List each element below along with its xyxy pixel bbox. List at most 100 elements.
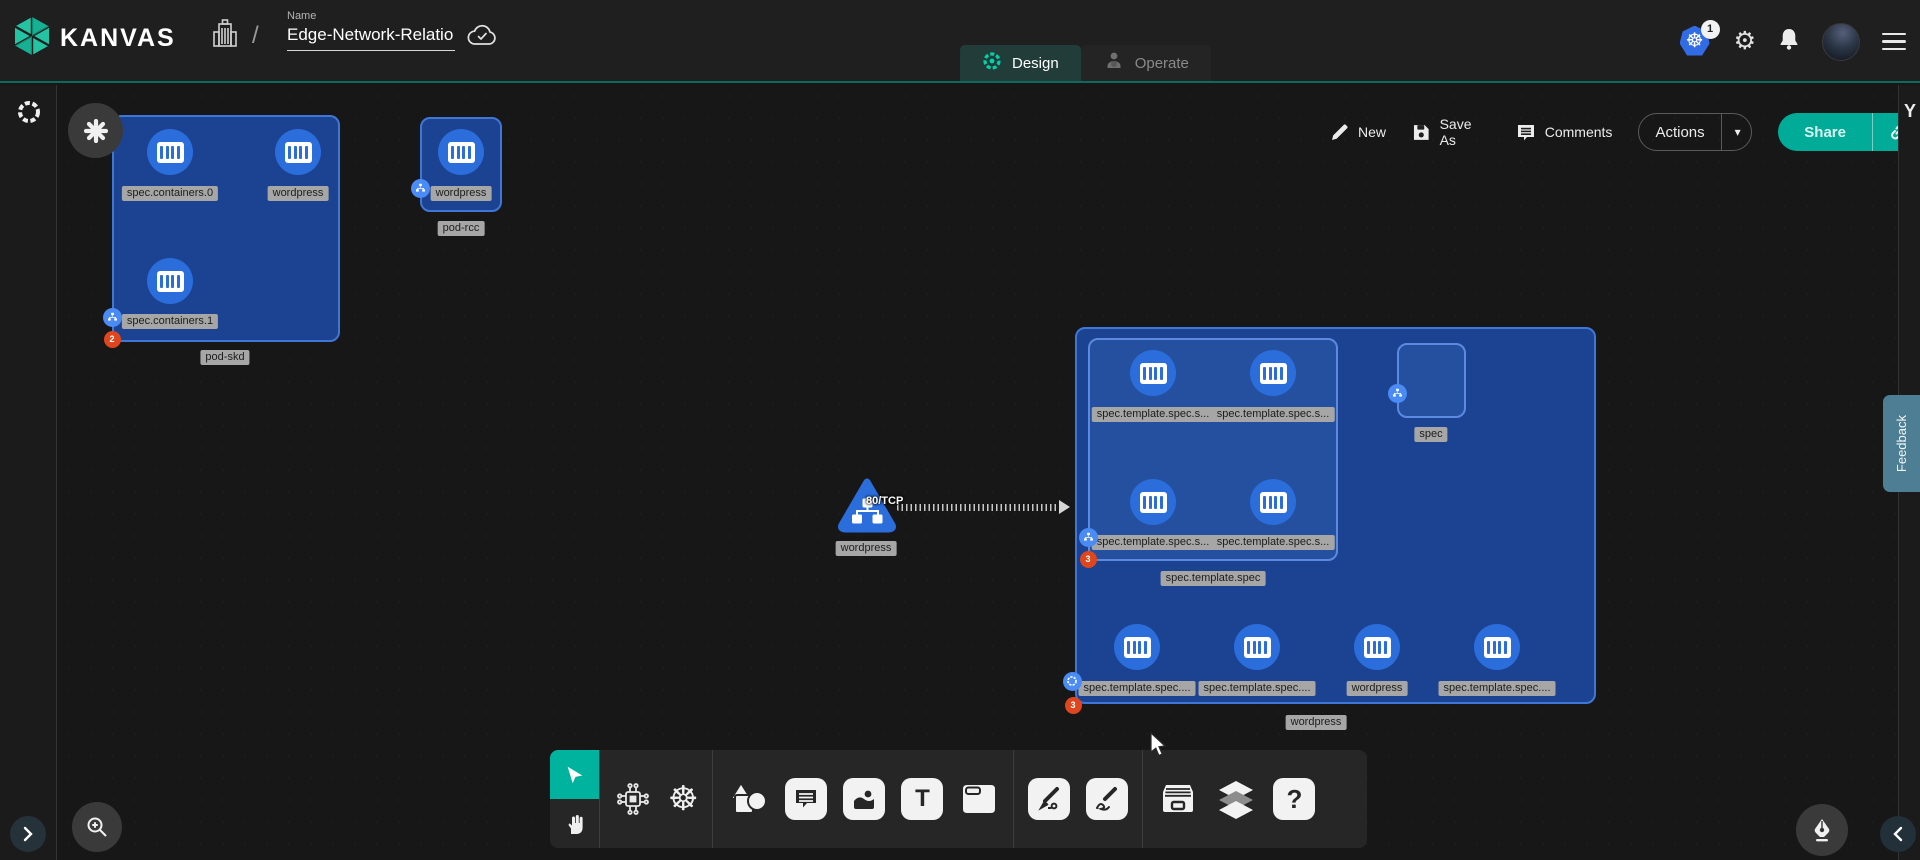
pan-tool-button[interactable] [550, 799, 599, 848]
breadcrumb: / [212, 18, 259, 53]
new-label: New [1358, 124, 1386, 140]
drawer-tool-button[interactable] [1157, 780, 1199, 818]
component-tools: ☸ [600, 750, 712, 848]
user-avatar[interactable] [1822, 23, 1860, 61]
container-icon [1140, 492, 1167, 513]
group-spec-template-spec[interactable] [1088, 338, 1338, 561]
new-button[interactable]: New [1330, 123, 1386, 142]
shapes-tool-button[interactable] [727, 779, 769, 819]
left-rail [0, 85, 57, 860]
save-as-label: Save As [1440, 116, 1490, 148]
components-circuit-button[interactable] [614, 780, 652, 818]
comment-icon [1516, 123, 1536, 142]
pen-nib-button[interactable] [1796, 804, 1848, 856]
cloud-sync-icon[interactable] [466, 24, 498, 53]
node-label: spec.template.spec.s... [1212, 535, 1335, 550]
help-tool-button[interactable]: ? [1273, 778, 1315, 820]
cluster-flower-button[interactable] [68, 103, 123, 158]
service-label: wordpress [836, 541, 897, 556]
organization-icon[interactable] [212, 18, 238, 53]
kanvas-hexagon-icon [14, 16, 50, 61]
container-icon [1124, 637, 1151, 658]
spec-relationship-badge[interactable] [1388, 384, 1407, 403]
template-count-badge[interactable]: 3 [1080, 551, 1097, 568]
save-icon [1412, 123, 1431, 142]
image-tool-icon [852, 787, 876, 811]
actions-button[interactable]: Actions ▾ [1638, 113, 1752, 151]
container-node[interactable] [1130, 350, 1176, 396]
service-edge[interactable] [897, 504, 1060, 511]
design-actionbar: New Save As Comments Actions ▾ Share [1330, 113, 1920, 151]
zoom-button[interactable] [72, 802, 122, 852]
service-node-wordpress[interactable] [837, 477, 897, 539]
deployment-count-badge[interactable]: 3 [1065, 697, 1082, 714]
note-tool-button[interactable] [959, 779, 999, 819]
expand-right-panel-button[interactable] [1880, 816, 1916, 852]
group-label-pod-skd: pod-skd [200, 350, 249, 365]
settings-gear-icon[interactable]: ⚙ [1734, 29, 1756, 54]
tab-operate[interactable]: Operate [1081, 45, 1211, 81]
comments-button[interactable]: Comments [1516, 123, 1613, 142]
container-icon [157, 271, 184, 292]
image-tool-button[interactable] [843, 778, 885, 820]
actions-caret-icon[interactable]: ▾ [1721, 114, 1753, 150]
node-label: spec.template.spec.... [1079, 681, 1196, 696]
comments-label: Comments [1545, 124, 1613, 140]
operate-users-icon [1103, 50, 1125, 76]
select-tool-button[interactable] [550, 750, 599, 799]
pod-relationship-badge[interactable] [411, 179, 430, 198]
container-node[interactable] [1250, 479, 1296, 525]
container-icon [1244, 637, 1271, 658]
container-node[interactable] [1250, 350, 1296, 396]
hamburger-menu-icon[interactable] [1882, 33, 1906, 51]
pencil-squiggle-icon [1094, 786, 1120, 812]
feedback-tab[interactable]: Feedback [1883, 395, 1920, 492]
container-node[interactable] [1130, 479, 1176, 525]
container-node-wordpress[interactable] [275, 129, 321, 175]
node-label: wordpress [431, 186, 492, 201]
kubernetes-helm-button[interactable]: ☸ [668, 782, 698, 816]
kanvas-logo[interactable]: KANVAS [14, 16, 176, 61]
container-node[interactable] [1114, 624, 1160, 670]
pen-path-tool-button[interactable] [1028, 778, 1070, 820]
comment-tool-button[interactable] [785, 778, 827, 820]
container-node[interactable] [1474, 624, 1520, 670]
meshery-swirl-icon[interactable] [16, 99, 42, 130]
design-name-field: Name Edge-Network-Relatio [287, 10, 455, 51]
utility-tools: ? [1143, 750, 1329, 848]
pen-path-icon [1036, 786, 1062, 812]
container-node[interactable] [1354, 624, 1400, 670]
tab-operate-label: Operate [1135, 55, 1189, 72]
container-icon [1140, 363, 1167, 384]
notifications-bell-icon[interactable] [1778, 27, 1800, 56]
pod-relationship-badge[interactable] [103, 308, 122, 327]
pod-count-badge[interactable]: 2 [104, 331, 121, 348]
node-label: spec.template.spec.... [1199, 681, 1316, 696]
container-node[interactable] [1234, 624, 1280, 670]
expand-left-panel-button[interactable] [10, 816, 46, 852]
layer5-y-icon[interactable]: Y [1900, 101, 1920, 122]
breadcrumb-separator: / [252, 22, 259, 50]
container-icon [285, 142, 312, 163]
freehand-draw-tool-button[interactable] [1086, 778, 1128, 820]
container-node-spec-containers-1[interactable] [147, 258, 193, 304]
layers-tool-button[interactable] [1215, 779, 1257, 819]
logo-wordmark: KANVAS [60, 24, 176, 53]
text-tool-button[interactable]: T [901, 778, 943, 820]
design-name-input[interactable]: Edge-Network-Relatio [287, 25, 455, 51]
node-spec[interactable] [1397, 343, 1466, 418]
feedback-label: Feedback [1894, 415, 1909, 472]
mode-tabs: Design Operate [960, 45, 1211, 81]
actions-label: Actions [1639, 124, 1720, 141]
edge-arrowhead-icon [1059, 500, 1070, 514]
tab-design[interactable]: Design [960, 45, 1081, 81]
node-label: spec.template.spec.s... [1092, 535, 1215, 550]
save-as-button[interactable]: Save As [1412, 116, 1490, 148]
container-node-spec-containers-0[interactable] [147, 129, 193, 175]
annotation-tools: T [713, 750, 1013, 848]
container-node-wordpress-rcc[interactable] [438, 129, 484, 175]
deployment-relationship-badge[interactable] [1063, 672, 1082, 691]
kanvas-app: KANVAS / Name Edge-Network-Relatio [0, 0, 1920, 860]
template-relationship-badge[interactable] [1079, 528, 1098, 547]
kubernetes-context-button[interactable]: ☸ 1 [1680, 26, 1712, 58]
